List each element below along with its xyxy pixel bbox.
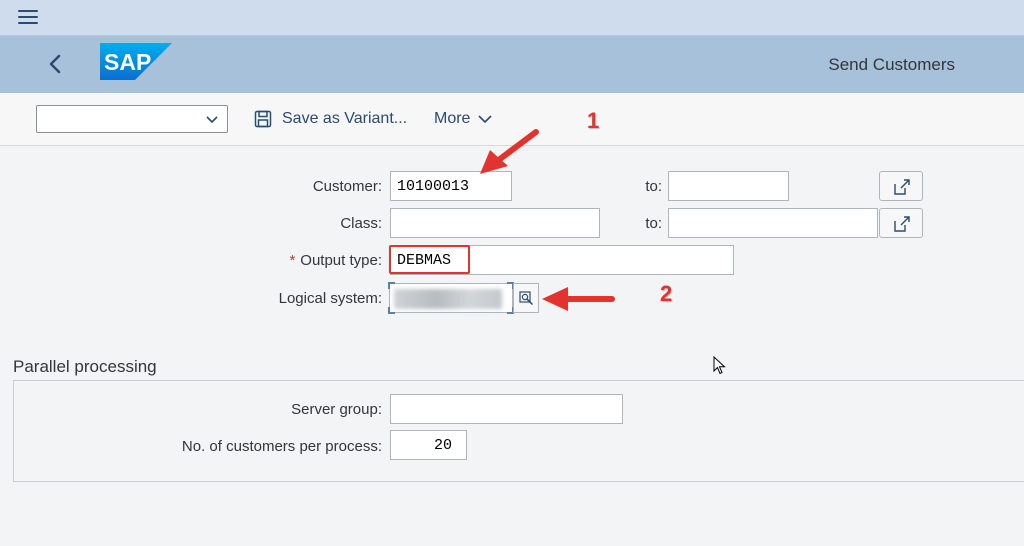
logical-system-label: Logical system:: [278, 290, 382, 307]
save-icon: [254, 110, 272, 128]
selection-toolbar: Save as Variant... More: [0, 93, 1024, 146]
output-type-input[interactable]: [390, 245, 734, 275]
class-label: Class:: [340, 215, 382, 232]
output-type-label-text: Output type:: [300, 252, 382, 269]
class-to-label: to:: [645, 215, 662, 232]
chevron-down-icon: [478, 115, 493, 124]
value-help-button[interactable]: [513, 283, 539, 313]
sap-logo[interactable]: SAP: [100, 43, 172, 80]
variant-select[interactable]: [36, 105, 228, 133]
back-icon[interactable]: [42, 50, 70, 78]
customer-label: Customer:: [312, 178, 382, 195]
customer-multiple-selection-button[interactable]: [879, 171, 923, 201]
annotation-arrow-2: [542, 287, 615, 311]
save-as-variant-button[interactable]: Save as Variant...: [254, 108, 407, 130]
customer-to-input[interactable]: [668, 171, 789, 201]
class-from-input[interactable]: [390, 208, 600, 238]
annotation-marker-2: 2: [660, 281, 673, 306]
class-multiple-selection-button[interactable]: [879, 208, 923, 238]
sap-logo-text: SAP: [104, 49, 151, 75]
logical-system-value-redacted: [394, 289, 502, 309]
focus-corner: [388, 307, 395, 314]
server-group-input[interactable]: [390, 394, 623, 424]
parallel-processing-title: Parallel processing: [13, 357, 157, 376]
logical-system-input[interactable]: [388, 282, 514, 314]
focus-corner: [388, 282, 395, 289]
customers-per-process-input[interactable]: [390, 430, 467, 460]
class-to-input[interactable]: [668, 208, 878, 238]
more-button[interactable]: More: [434, 108, 493, 130]
customers-per-process-label: No. of customers per process:: [181, 438, 382, 455]
more-label: More: [434, 110, 471, 127]
save-as-variant-label: Save as Variant...: [282, 110, 408, 127]
multiple-selection-icon: [894, 216, 910, 232]
required-indicator: *: [289, 252, 296, 269]
chevron-down-icon: [206, 116, 218, 124]
annotation-marker-1: 1: [587, 108, 600, 133]
mouse-cursor-icon: [713, 356, 726, 375]
shell-header: SAP Send Customers: [0, 36, 1024, 93]
customer-from-input[interactable]: [390, 171, 512, 201]
output-type-label: * Output type:: [230, 252, 382, 269]
shell-top-bar: [0, 0, 1024, 36]
server-group-label: Server group:: [291, 401, 382, 418]
page-title: Send Customers: [828, 55, 955, 74]
menu-icon[interactable]: [18, 10, 38, 26]
value-help-icon: [519, 291, 534, 306]
multiple-selection-icon: [894, 179, 910, 195]
customer-to-label: to:: [645, 178, 662, 195]
